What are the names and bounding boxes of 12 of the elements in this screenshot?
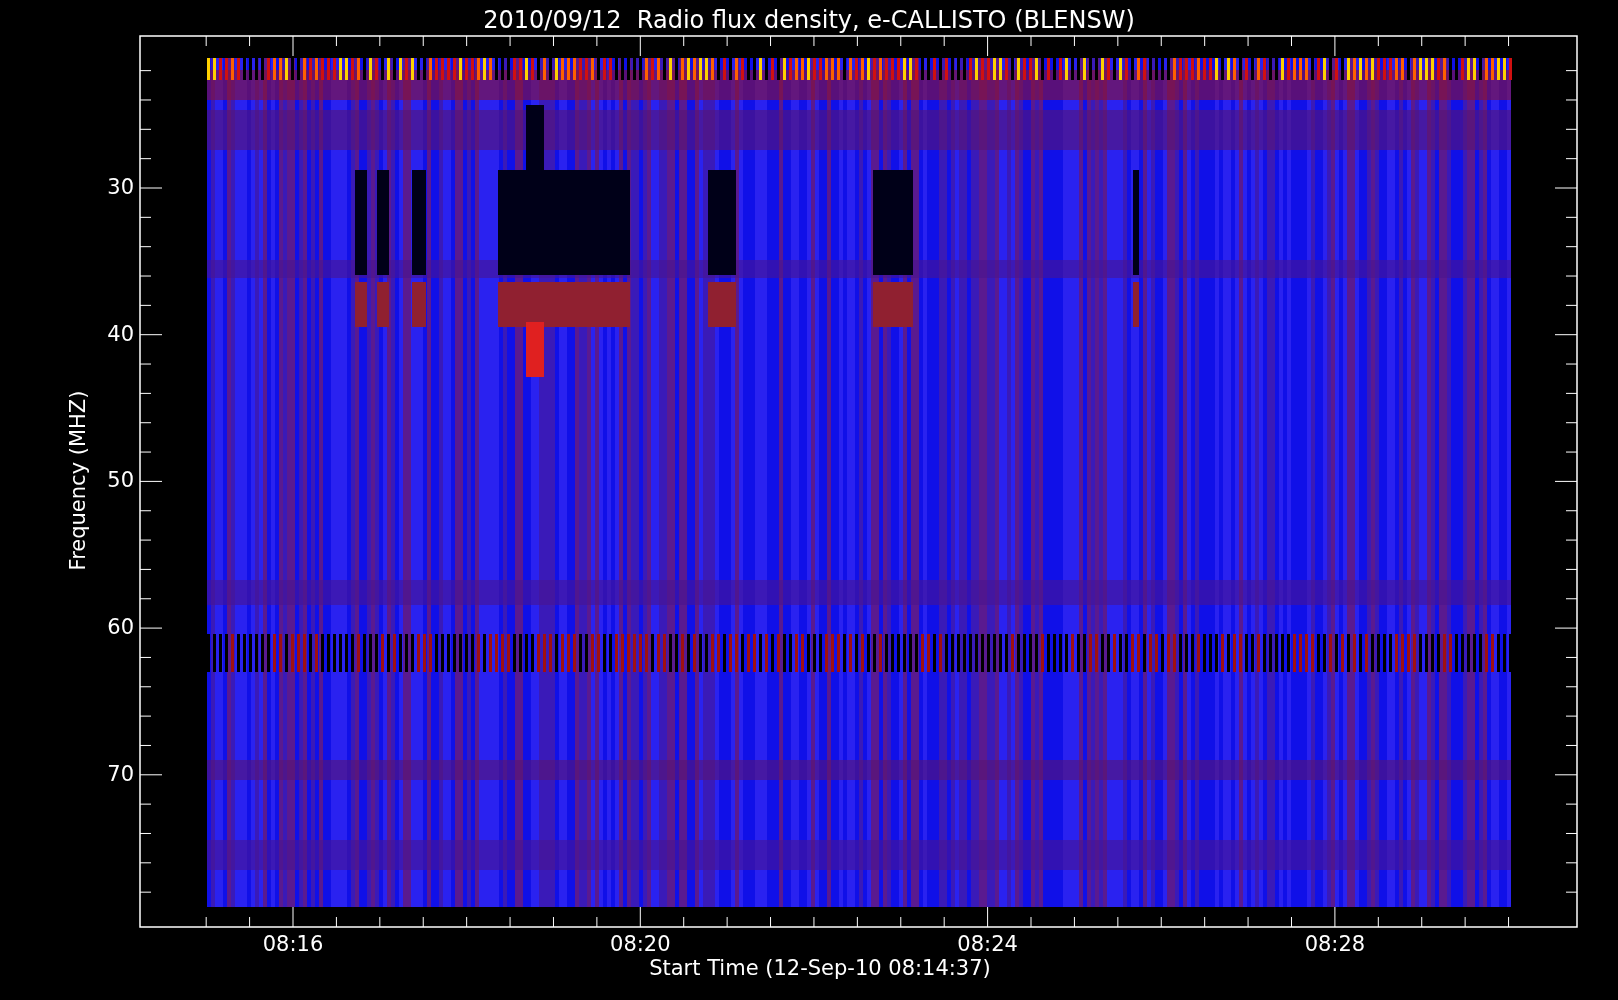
x-tick-label: 08:24 (956, 934, 1019, 955)
y-tick-label: 40 (107, 323, 134, 345)
y-tick-label: 70 (107, 763, 134, 785)
y-axis-label: Frequency (MHZ) (67, 390, 89, 571)
x-tick-label: 08:28 (1303, 934, 1367, 955)
y-tick-label: 30 (107, 177, 134, 198)
chart-title: 2010/09/12 Radio flux density, e-CALLISTO (BLENSW) (482, 5, 1136, 36)
y-tick-label: 60 (107, 617, 134, 639)
y-tick-label: 50 (107, 470, 134, 492)
x-axis-label: Start Time (12-Sep-10 08:14:37) (648, 958, 992, 979)
x-tick-label: 08:20 (609, 934, 672, 955)
x-tick-label: 08:16 (261, 934, 325, 955)
